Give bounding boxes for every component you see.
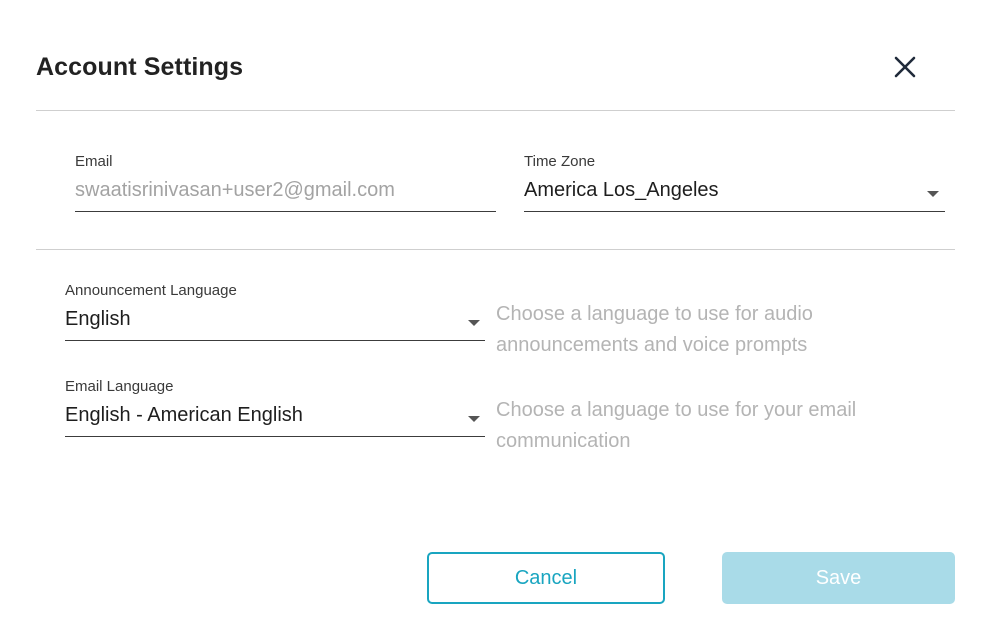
dialog-title: Account Settings: [36, 53, 244, 81]
time-zone-underline: [524, 211, 945, 212]
header-divider: [36, 110, 955, 111]
dropdown-arrow-icon[interactable]: [468, 320, 480, 326]
close-button[interactable]: [888, 50, 922, 84]
email-field: Email swaatisrinivasan+user2@gmail.com: [75, 153, 496, 215]
announcement-language-hint: Choose a language to use for audio annou…: [496, 303, 813, 356]
email-value: swaatisrinivasan+user2@gmail.com: [75, 179, 395, 201]
email-language-label: Email Language: [65, 378, 174, 395]
dropdown-arrow-icon[interactable]: [927, 191, 939, 197]
section-divider: [36, 249, 955, 250]
account-settings-dialog: Account Settings Email swaatisrinivasan+…: [0, 0, 998, 641]
announcement-language-value[interactable]: English: [65, 308, 131, 331]
email-language-hint: Choose a language to use for your email …: [496, 399, 857, 452]
email-underline: [75, 211, 496, 212]
email-language-underline: [65, 436, 485, 437]
email-language-select[interactable]: Email Language English - American Englis…: [65, 378, 485, 440]
announcement-language-underline: [65, 340, 485, 341]
cancel-button[interactable]: Cancel: [427, 552, 665, 604]
announcement-language-label: Announcement Language: [65, 282, 237, 299]
time-zone-label: Time Zone: [524, 153, 596, 170]
close-icon: [894, 56, 916, 78]
time-zone-select[interactable]: Time Zone America Los_Angeles: [524, 153, 945, 215]
email-language-value[interactable]: English - American English: [65, 404, 303, 427]
save-button[interactable]: Save: [722, 552, 955, 604]
announcement-language-select[interactable]: Announcement Language English: [65, 282, 485, 344]
dropdown-arrow-icon[interactable]: [468, 416, 480, 422]
email-label: Email: [75, 153, 113, 170]
time-zone-value[interactable]: America Los_Angeles: [524, 179, 719, 202]
